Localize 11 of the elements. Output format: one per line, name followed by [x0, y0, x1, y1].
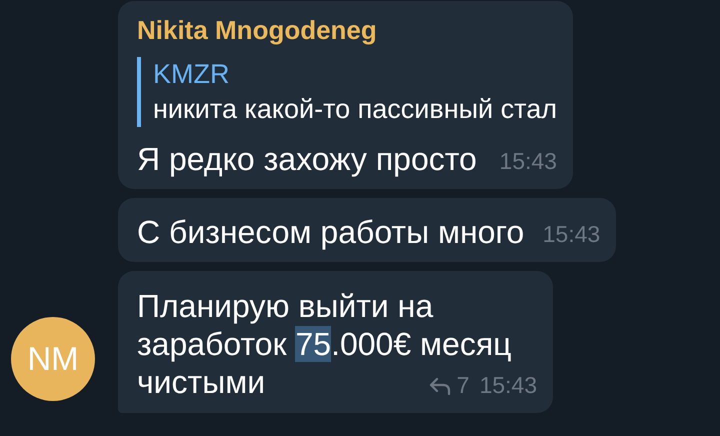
- quote-text: никита какой-то пассивный стал: [153, 93, 557, 126]
- message-text: Я редко захожу просто: [137, 141, 477, 177]
- reply-arrow-icon: [428, 376, 451, 394]
- message-time: 15:43: [499, 148, 557, 175]
- message-time: 15:43: [479, 372, 537, 399]
- message-text: С бизнесом работы много: [137, 214, 524, 250]
- quote-author: KMZR: [153, 58, 230, 91]
- reply-quote[interactable]: KMZR никита какой-то пассивный стал: [137, 57, 557, 127]
- message-time: 15:43: [542, 221, 600, 248]
- reply-count-number: 7: [456, 372, 470, 399]
- sender-name[interactable]: Nikita Mnogodeneg: [137, 15, 557, 45]
